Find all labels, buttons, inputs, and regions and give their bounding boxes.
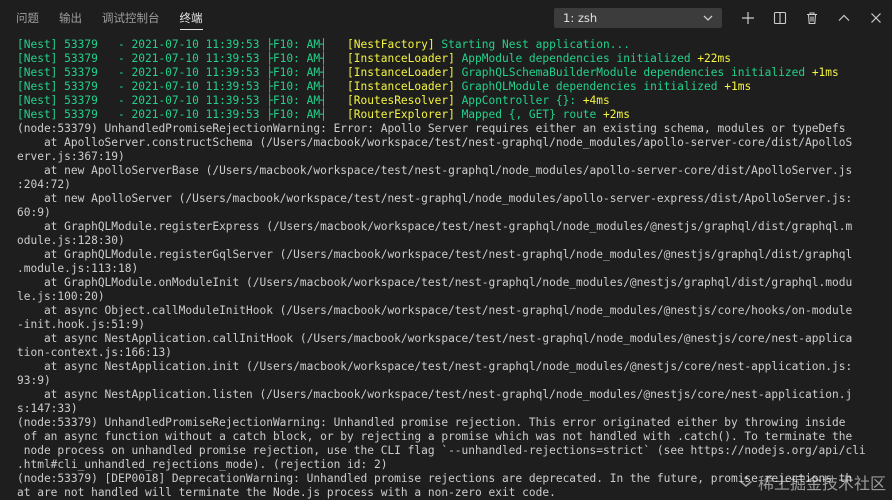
watermark-text: 稀土掘金技术社区 bbox=[757, 474, 886, 493]
output-line: le.js:100:20) bbox=[17, 290, 105, 303]
log-context: [NestFactory] bbox=[347, 38, 435, 51]
plus-icon bbox=[741, 11, 755, 25]
nest-log-line: [Nest] 53379 - 2021-07-10 11:39:53 ├F10:… bbox=[17, 80, 892, 94]
nest-log-line: [Nest] 53379 - 2021-07-10 11:39:53 ├F10:… bbox=[17, 38, 892, 52]
nest-log-line: [Nest] 53379 - 2021-07-10 11:39:53 ├F10:… bbox=[17, 66, 892, 80]
nest-log-line: [Nest] 53379 - 2021-07-10 11:39:53 ├F10:… bbox=[17, 108, 892, 122]
log-context: [InstanceLoader] bbox=[347, 52, 455, 65]
log-time: +1ms bbox=[724, 80, 752, 93]
log-message: GraphQLModule dependencies initialized bbox=[454, 80, 725, 93]
output-line: tion-context.js:166:13) bbox=[17, 346, 172, 359]
panel-header: 问题 输出 调试控制台 终端 1: zsh bbox=[0, 0, 892, 36]
log-time: +2ms bbox=[603, 108, 630, 121]
tab-output[interactable]: 输出 bbox=[59, 0, 82, 36]
tab-problems[interactable]: 问题 bbox=[16, 0, 39, 36]
tab-terminal[interactable]: 终端 bbox=[179, 0, 203, 36]
maximize-panel-button[interactable] bbox=[828, 4, 860, 32]
close-icon bbox=[869, 11, 883, 25]
log-prefix: [Nest] 53379 - 2021-07-10 11:39:53 ├F10:… bbox=[17, 52, 348, 65]
log-context: [RouterExplorer] bbox=[347, 108, 455, 121]
output-line: node process on unhandled promise reject… bbox=[17, 444, 866, 457]
split-icon bbox=[773, 11, 787, 25]
log-message: Starting Nest application... bbox=[434, 38, 630, 51]
log-time: +4ms bbox=[582, 94, 610, 107]
log-message: GraphQLSchemaBuilderModule dependencies … bbox=[454, 66, 812, 79]
log-message: AppController {}: bbox=[454, 94, 583, 107]
log-context: [InstanceLoader] bbox=[347, 66, 455, 79]
output-line: -init.hook.js:51:9) bbox=[17, 318, 145, 331]
output-line: at new ApolloServer (/Users/macbook/work… bbox=[17, 192, 853, 205]
output-line: at GraphQLModule.registerExpress (/Users… bbox=[17, 220, 853, 233]
output-line: 60:9) bbox=[17, 206, 51, 219]
terminal-select-dropdown[interactable]: 1: zsh bbox=[554, 8, 722, 28]
log-prefix: [Nest] 53379 - 2021-07-10 11:39:53 ├F10:… bbox=[17, 66, 348, 79]
output-line: erver.js:367:19) bbox=[17, 150, 125, 163]
nest-log-line: [Nest] 53379 - 2021-07-10 11:39:53 ├F10:… bbox=[17, 94, 892, 108]
log-prefix: [Nest] 53379 - 2021-07-10 11:39:53 ├F10:… bbox=[17, 38, 348, 51]
output-line: .module.js:113:18) bbox=[17, 262, 139, 275]
kill-terminal-button[interactable] bbox=[796, 4, 828, 32]
output-line: :204:72) bbox=[17, 178, 71, 191]
split-terminal-button[interactable] bbox=[764, 4, 796, 32]
output-line: at async NestApplication.callInitHook (/… bbox=[17, 332, 853, 345]
nest-log-line: [Nest] 53379 - 2021-07-10 11:39:53 ├F10:… bbox=[17, 52, 892, 66]
log-prefix: [Nest] 53379 - 2021-07-10 11:39:53 ├F10:… bbox=[17, 80, 348, 93]
new-terminal-button[interactable] bbox=[732, 4, 764, 32]
terminal-select-label: 1: zsh bbox=[563, 11, 598, 25]
output-line: at ApolloServer.constructSchema (/Users/… bbox=[17, 136, 853, 149]
close-panel-button[interactable] bbox=[860, 4, 892, 32]
log-context: [InstanceLoader] bbox=[347, 80, 455, 93]
terminal-output[interactable]: [Nest] 53379 - 2021-07-10 11:39:53 ├F10:… bbox=[0, 38, 892, 500]
panel-tabs: 问题 输出 调试控制台 终端 bbox=[0, 0, 223, 36]
output-line: s:147:33) bbox=[17, 402, 78, 415]
tab-debug-console[interactable]: 调试控制台 bbox=[102, 0, 160, 36]
chevron-down-icon bbox=[701, 11, 715, 25]
output-line: odule.js:128:30) bbox=[17, 234, 125, 247]
log-time: +1ms bbox=[811, 66, 839, 79]
output-line: at GraphQLModule.registerGqlServer (/Use… bbox=[17, 248, 853, 261]
log-time: +22ms bbox=[697, 52, 731, 65]
log-message: Mapped {, GET} route bbox=[454, 108, 604, 121]
output-line: at new ApolloServerBase (/Users/macbook/… bbox=[17, 164, 853, 177]
log-prefix: [Nest] 53379 - 2021-07-10 11:39:53 ├F10:… bbox=[17, 108, 348, 121]
output-line: at GraphQLModule.onModuleInit (/Users/ma… bbox=[17, 276, 853, 289]
watermark: 稀土掘金技术社区 bbox=[738, 470, 886, 494]
output-line: (node:53379) UnhandledPromiseRejectionWa… bbox=[17, 122, 846, 135]
juejin-logo-icon bbox=[738, 474, 754, 490]
output-line: (node:53379) UnhandledPromiseRejectionWa… bbox=[17, 416, 846, 429]
output-line: at async Object.callModuleInitHook (/Use… bbox=[17, 304, 853, 317]
output-line: at async NestApplication.listen (/Users/… bbox=[17, 388, 853, 401]
log-context: [RoutesResolver] bbox=[347, 94, 455, 107]
output-line: at async NestApplication.init (/Users/ma… bbox=[17, 360, 853, 373]
output-line: of an async function without a catch blo… bbox=[17, 430, 853, 443]
output-line: 93:9) bbox=[17, 374, 51, 387]
log-message: AppModule dependencies initialized bbox=[454, 52, 698, 65]
trash-icon bbox=[805, 11, 819, 25]
chevron-up-icon bbox=[837, 11, 851, 25]
log-prefix: [Nest] 53379 - 2021-07-10 11:39:53 ├F10:… bbox=[17, 94, 348, 107]
